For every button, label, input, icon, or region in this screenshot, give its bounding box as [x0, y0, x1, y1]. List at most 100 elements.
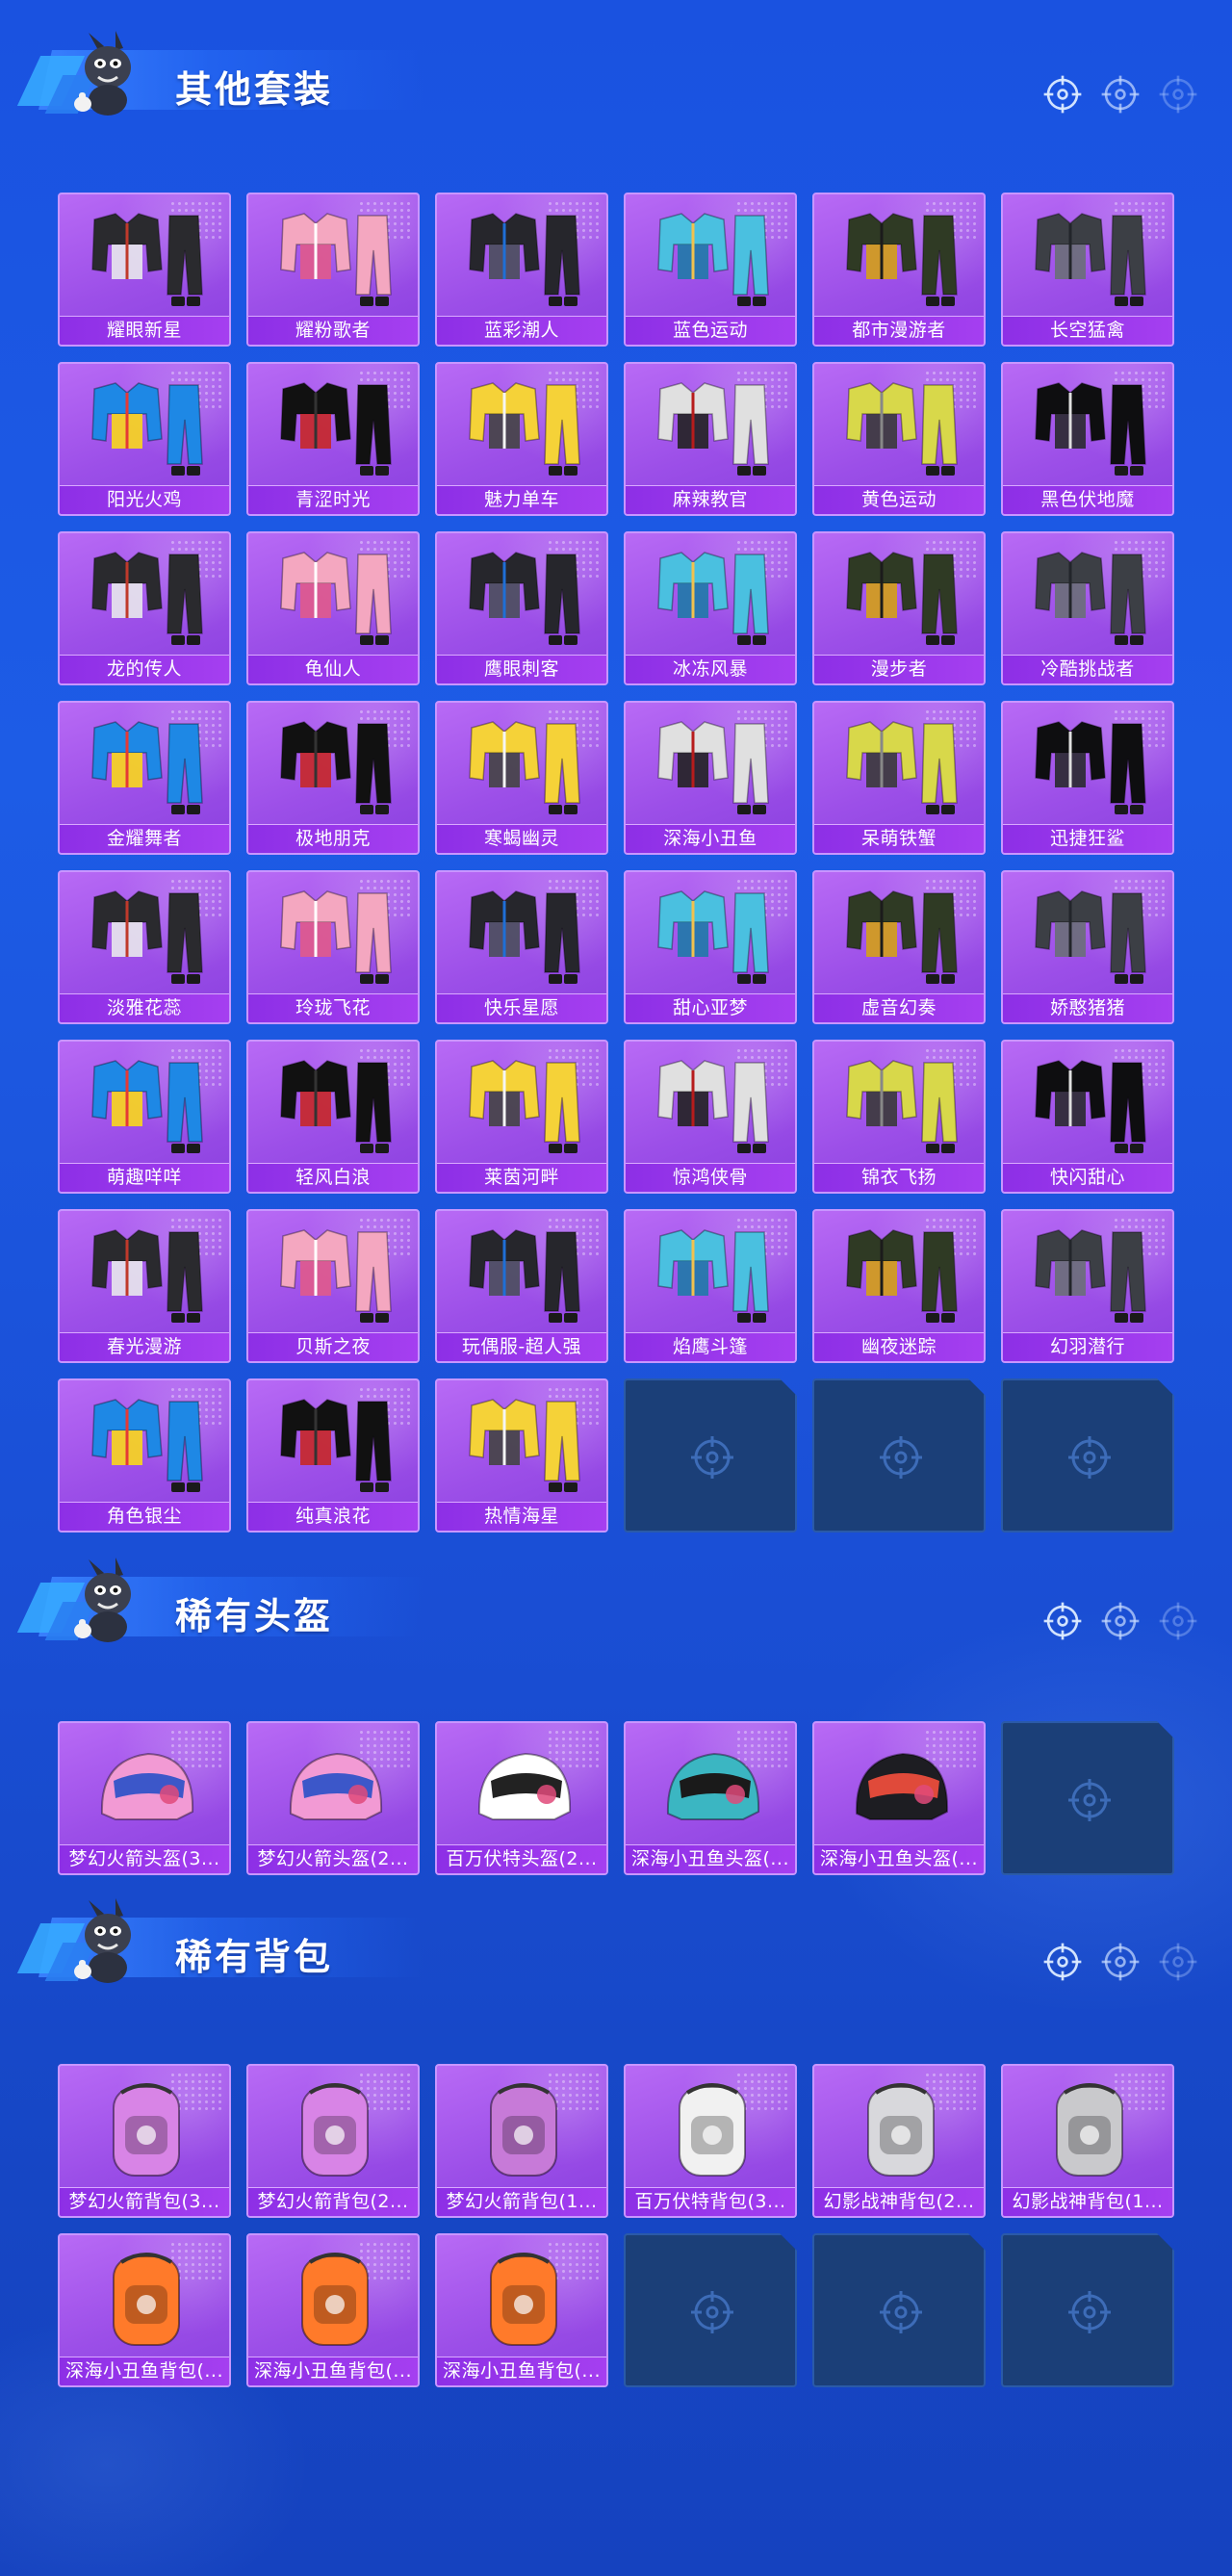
item-card[interactable]: 深海小丑鱼: [624, 701, 797, 855]
item-card[interactable]: 幻影战神背包(2...: [812, 2064, 986, 2218]
item-card[interactable]: 蓝色运动: [624, 193, 797, 347]
item-label: 鹰眼刺客: [437, 655, 606, 683]
item-card[interactable]: 快乐星愿: [435, 870, 608, 1024]
item-card[interactable]: 角色银尘: [58, 1378, 231, 1533]
item-card[interactable]: 玩偶服-超人强: [435, 1209, 608, 1363]
item-card[interactable]: 贝斯之夜: [246, 1209, 420, 1363]
item-card[interactable]: 百万伏特头盔(2...: [435, 1721, 608, 1875]
item-label: 玩偶服-超人强: [437, 1332, 606, 1361]
item-card[interactable]: 金耀舞者: [58, 701, 231, 855]
item-card[interactable]: 迅捷狂鲨: [1001, 701, 1174, 855]
mascot-icon: [60, 1896, 156, 1989]
item-card[interactable]: 极地朋克: [246, 701, 420, 855]
item-card[interactable]: 锦衣飞扬: [812, 1040, 986, 1194]
item-image: [639, 1049, 783, 1165]
item-card[interactable]: 幻羽潜行: [1001, 1209, 1174, 1363]
item-card[interactable]: 虚音幻奏: [812, 870, 986, 1024]
item-card[interactable]: 幻影战神背包(1...: [1001, 2064, 1174, 2218]
item-card[interactable]: 鹰眼刺客: [435, 531, 608, 685]
item-card[interactable]: 幽夜迷踪: [812, 1209, 986, 1363]
item-image: [828, 1219, 972, 1334]
item-card[interactable]: 黄色运动: [812, 362, 986, 516]
item-image: [450, 1219, 595, 1334]
decor-icons: [1041, 1941, 1205, 1985]
item-card[interactable]: 耀眼新星: [58, 193, 231, 347]
item-card[interactable]: 百万伏特背包(3...: [624, 2064, 797, 2218]
item-card[interactable]: 春光漫游: [58, 1209, 231, 1363]
item-image: [73, 1049, 218, 1165]
item-card[interactable]: 轻风白浪: [246, 1040, 420, 1194]
item-card[interactable]: 玲珑飞花: [246, 870, 420, 1024]
item-image: [639, 2074, 783, 2189]
item-image: [1016, 541, 1161, 657]
item-image: [73, 710, 218, 826]
item-label: 梦幻火箭背包(1...: [437, 2187, 606, 2216]
item-label: 黄色运动: [814, 485, 984, 514]
item-card[interactable]: 冷酷挑战者: [1001, 531, 1174, 685]
item-label: 梦幻火箭头盔(2...: [248, 1844, 418, 1873]
item-card[interactable]: 青涩时光: [246, 362, 420, 516]
item-card[interactable]: 深海小丑鱼头盔(...: [812, 1721, 986, 1875]
item-image: [450, 1388, 595, 1504]
item-card[interactable]: 魅力单车: [435, 362, 608, 516]
item-card[interactable]: 龟仙人: [246, 531, 420, 685]
item-label: 轻风白浪: [248, 1163, 418, 1192]
item-label: 幽夜迷踪: [814, 1332, 984, 1361]
item-label: 都市漫游者: [814, 316, 984, 345]
item-image: [73, 1219, 218, 1334]
item-card[interactable]: 寒蝎幽灵: [435, 701, 608, 855]
item-label: 玲珑飞花: [248, 993, 418, 1022]
item-card[interactable]: 呆萌铁蟹: [812, 701, 986, 855]
item-card[interactable]: 萌趣咩咩: [58, 1040, 231, 1194]
item-label: 惊鸿侠骨: [626, 1163, 795, 1192]
item-card[interactable]: 热情海星: [435, 1378, 608, 1533]
item-card[interactable]: 麻辣教官: [624, 362, 797, 516]
item-label: 热情海星: [437, 1502, 606, 1531]
item-card[interactable]: 娇憨猪猪: [1001, 870, 1174, 1024]
item-card[interactable]: 莱茵河畔: [435, 1040, 608, 1194]
item-label: 冰冻风暴: [626, 655, 795, 683]
item-card[interactable]: 梦幻火箭头盔(3...: [58, 1721, 231, 1875]
item-label: 魅力单车: [437, 485, 606, 514]
item-card[interactable]: 黑色伏地魔: [1001, 362, 1174, 516]
item-card[interactable]: 漫步者: [812, 531, 986, 685]
empty-slot: [1001, 1378, 1174, 1533]
item-card[interactable]: 深海小丑鱼头盔(...: [624, 1721, 797, 1875]
item-card[interactable]: 梦幻火箭背包(1...: [435, 2064, 608, 2218]
item-label: 龙的传人: [60, 655, 229, 683]
item-card[interactable]: 耀粉歌者: [246, 193, 420, 347]
item-card[interactable]: 淡雅花蕊: [58, 870, 231, 1024]
item-card[interactable]: 深海小丑鱼背包(...: [58, 2233, 231, 2387]
item-card[interactable]: 纯真浪花: [246, 1378, 420, 1533]
item-label: 角色银尘: [60, 1502, 229, 1531]
item-card[interactable]: 深海小丑鱼背包(...: [246, 2233, 420, 2387]
item-label: 黑色伏地魔: [1003, 485, 1172, 514]
item-card[interactable]: 甜心亚梦: [624, 870, 797, 1024]
item-card[interactable]: 深海小丑鱼背包(...: [435, 2233, 608, 2387]
section-header: 其他套装: [0, 21, 1232, 117]
item-image: [262, 1731, 406, 1846]
item-image: [262, 1219, 406, 1334]
section-header: 稀有头盔: [0, 1548, 1232, 1644]
item-card[interactable]: 长空猛禽: [1001, 193, 1174, 347]
item-card[interactable]: 都市漫游者: [812, 193, 986, 347]
item-card[interactable]: 快闪甜心: [1001, 1040, 1174, 1194]
item-image: [262, 1049, 406, 1165]
item-card[interactable]: 梦幻火箭背包(3...: [58, 2064, 231, 2218]
item-card[interactable]: 焰鹰斗篷: [624, 1209, 797, 1363]
item-card[interactable]: 梦幻火箭背包(2...: [246, 2064, 420, 2218]
item-image: [828, 202, 972, 318]
item-image: [1016, 1049, 1161, 1165]
item-card[interactable]: 惊鸿侠骨: [624, 1040, 797, 1194]
item-image: [73, 202, 218, 318]
item-card[interactable]: 蓝彩潮人: [435, 193, 608, 347]
item-card[interactable]: 阳光火鸡: [58, 362, 231, 516]
empty-slot: [1001, 1721, 1174, 1875]
item-card[interactable]: 冰冻风暴: [624, 531, 797, 685]
item-label: 深海小丑鱼头盔(...: [814, 1844, 984, 1873]
item-image: [262, 202, 406, 318]
mascot-icon: [60, 1556, 156, 1648]
item-card[interactable]: 梦幻火箭头盔(2...: [246, 1721, 420, 1875]
item-card[interactable]: 龙的传人: [58, 531, 231, 685]
item-label: 寒蝎幽灵: [437, 824, 606, 853]
